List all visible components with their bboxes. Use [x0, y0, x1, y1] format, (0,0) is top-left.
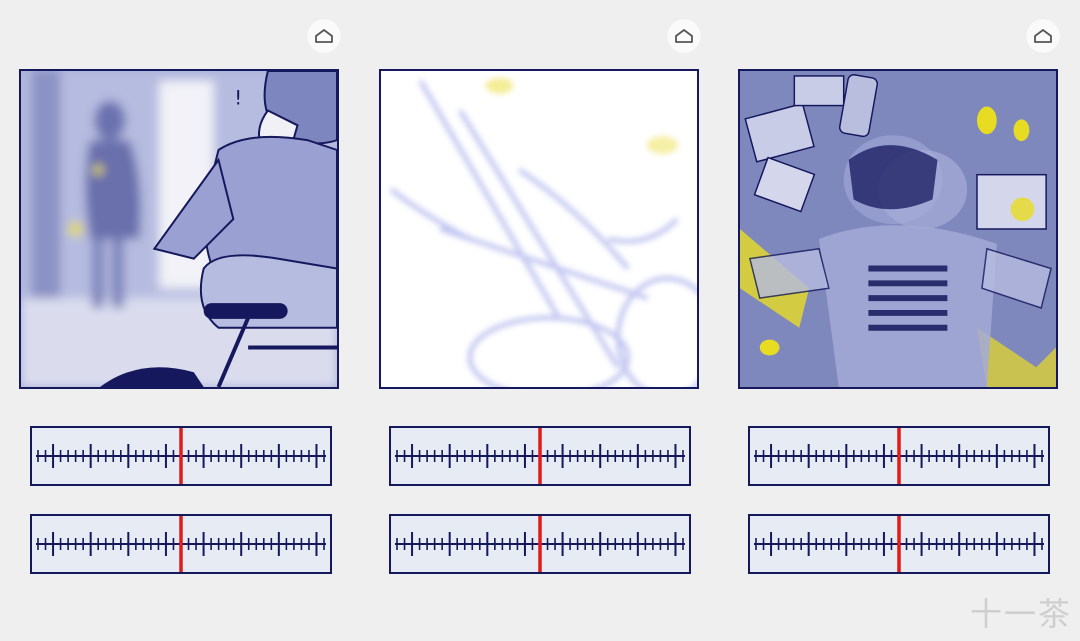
- ruler-scale: [32, 516, 330, 572]
- ruler-slider-3-bottom[interactable]: [748, 514, 1050, 574]
- comic-panel-1[interactable]: !: [19, 69, 339, 389]
- watermark: 十一茶: [969, 595, 1072, 633]
- ruler-slider-2-top[interactable]: [389, 426, 691, 486]
- panel-2-illustration: [381, 71, 697, 387]
- home-icon: [675, 29, 693, 43]
- ruler-scale: [391, 516, 689, 572]
- panel-3-illustration: [740, 71, 1056, 387]
- svg-text:!: !: [234, 87, 242, 110]
- home-icon: [315, 29, 333, 43]
- ruler-scale: [750, 428, 1048, 484]
- comic-panel-2[interactable]: [379, 69, 699, 389]
- home-button-2[interactable]: [667, 19, 701, 53]
- home-button-3[interactable]: [1026, 19, 1060, 53]
- ruler-scale: [750, 516, 1048, 572]
- ruler-slider-2-bottom[interactable]: [389, 514, 691, 574]
- panel-1-illustration: !: [21, 71, 337, 387]
- home-button-1[interactable]: [307, 19, 341, 53]
- ruler-slider-1-bottom[interactable]: [30, 514, 332, 574]
- comic-panel-3[interactable]: [738, 69, 1058, 389]
- ruler-slider-1-top[interactable]: [30, 426, 332, 486]
- home-icon: [1034, 29, 1052, 43]
- game-screen: ! 十一茶: [0, 0, 1080, 641]
- ruler-slider-3-top[interactable]: [748, 426, 1050, 486]
- ruler-scale: [32, 428, 330, 484]
- ruler-scale: [391, 428, 689, 484]
